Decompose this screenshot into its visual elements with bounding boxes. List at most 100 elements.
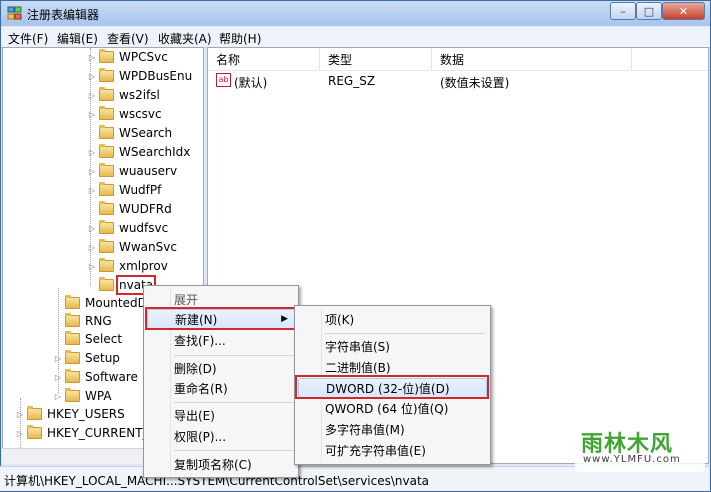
tree-item-label: wudfsvc bbox=[119, 221, 169, 235]
expand-arrow-icon[interactable]: ▷ bbox=[54, 354, 62, 363]
tree-item-label: wscsvc bbox=[119, 107, 162, 121]
submenu-item-multi-string-value[interactable]: 多字符串值(M) bbox=[298, 419, 487, 439]
folder-icon bbox=[27, 406, 42, 420]
submenu-item-string-value[interactable]: 字符串值(S) bbox=[298, 336, 487, 356]
tree-item[interactable]: ▷ WPA bbox=[54, 387, 112, 405]
tree-item[interactable]: ▷ Software bbox=[54, 368, 138, 386]
folder-icon bbox=[99, 106, 114, 120]
tree-item-label: ws2ifsl bbox=[119, 88, 160, 102]
tree-item[interactable]: ▷ HKEY_USERS bbox=[16, 405, 125, 423]
expand-arrow-icon[interactable]: ▷ bbox=[88, 148, 96, 157]
folder-icon bbox=[99, 201, 114, 215]
tree-item[interactable]: ▷ wudfsvc bbox=[88, 219, 168, 237]
menu-edit[interactable]: 编辑(E) bbox=[57, 30, 98, 47]
tree-item[interactable]: ▷ wscsvc bbox=[88, 105, 162, 123]
tree-item[interactable]: WSearch bbox=[88, 124, 172, 142]
expand-arrow-icon[interactable]: ▷ bbox=[16, 429, 24, 438]
tree-item-label: HKEY_USERS bbox=[47, 407, 125, 421]
tree-item[interactable]: MountedD bbox=[54, 294, 147, 312]
folder-icon bbox=[99, 277, 114, 291]
tree-item[interactable]: ▷ WPDBusEnu bbox=[88, 67, 192, 85]
tree-item[interactable]: Select bbox=[54, 330, 122, 348]
menu-favorites[interactable]: 收藏夹(A) bbox=[158, 30, 212, 47]
tree-item[interactable]: ▷ wuauserv bbox=[88, 162, 177, 180]
tree-item[interactable]: ▷ xmlprov bbox=[88, 257, 168, 275]
tree-item-label: wuauserv bbox=[119, 164, 178, 178]
folder-icon bbox=[99, 163, 114, 177]
submenu-item-qword-value[interactable]: QWORD (64 位)值(Q) bbox=[298, 398, 487, 418]
menu-view[interactable]: 查看(V) bbox=[107, 30, 149, 47]
folder-icon bbox=[99, 144, 114, 158]
tree-item[interactable]: ▷ WwanSvc bbox=[88, 238, 177, 256]
menu-item-delete[interactable]: 删除(D) bbox=[147, 358, 295, 378]
menu-file[interactable]: 文件(F) bbox=[8, 30, 48, 47]
tree-item[interactable]: ▷ WPCSvc bbox=[88, 48, 168, 66]
close-button[interactable]: ✕ bbox=[662, 2, 705, 20]
folder-icon bbox=[99, 258, 114, 272]
folder-icon bbox=[65, 331, 80, 345]
maximize-button[interactable]: □ bbox=[636, 2, 662, 20]
menu-item-permissions[interactable]: 权限(P)... bbox=[147, 426, 295, 446]
folder-icon bbox=[65, 313, 80, 327]
tree-item[interactable]: ▷ Setup bbox=[54, 349, 120, 367]
tree-item[interactable]: ▷ HKEY_CURRENT_ bbox=[16, 424, 149, 442]
title-bar[interactable]: 注册表编辑器 – □ ✕ bbox=[1, 1, 710, 26]
menu-item-export[interactable]: 导出(E) bbox=[147, 405, 295, 425]
folder-icon bbox=[65, 350, 80, 364]
folder-icon bbox=[99, 182, 114, 196]
submenu-item-binary-value[interactable]: 二进制值(B) bbox=[298, 357, 487, 377]
value-name-cell[interactable]: (默认) bbox=[234, 74, 267, 91]
expand-arrow-icon[interactable]: ▷ bbox=[88, 243, 96, 252]
tree-item[interactable]: RNG bbox=[54, 312, 112, 330]
tree-item-label: WPA bbox=[85, 389, 112, 403]
menu-item-rename[interactable]: 重命名(R) bbox=[147, 378, 295, 398]
expand-arrow-icon[interactable]: ▷ bbox=[88, 91, 96, 100]
tree-item-label: WudfPf bbox=[119, 183, 162, 197]
window-controls: – □ ✕ bbox=[610, 2, 705, 20]
menu-help[interactable]: 帮助(H) bbox=[219, 30, 261, 47]
tree-item[interactable]: WUDFRd bbox=[88, 200, 172, 218]
folder-icon bbox=[99, 87, 114, 101]
expand-arrow-icon[interactable]: ▷ bbox=[88, 167, 96, 176]
tree-item-label: RNG bbox=[85, 314, 112, 328]
expand-arrow-icon[interactable]: ▷ bbox=[88, 110, 96, 119]
menu-bar: 文件(F) 编辑(E) 查看(V) 收藏夹(A) 帮助(H) bbox=[1, 27, 710, 48]
tree-item-label: Setup bbox=[85, 351, 120, 365]
value-type-cell[interactable]: REG_SZ bbox=[328, 74, 375, 88]
expand-arrow-icon[interactable]: ▷ bbox=[88, 53, 96, 62]
folder-icon bbox=[65, 388, 80, 402]
menu-item-find[interactable]: 查找(F)... bbox=[147, 330, 295, 350]
expand-arrow-icon[interactable]: ▷ bbox=[88, 186, 96, 195]
expand-arrow-icon[interactable]: ▷ bbox=[16, 410, 24, 419]
string-value-icon: ab bbox=[216, 73, 231, 87]
tree-item-label: xmlprov bbox=[119, 259, 168, 273]
column-header-name[interactable]: 名称 bbox=[208, 48, 320, 70]
expand-arrow-icon[interactable]: ▷ bbox=[54, 373, 62, 382]
folder-icon bbox=[27, 425, 42, 439]
column-header-data[interactable]: 数据 bbox=[432, 48, 632, 70]
submenu-item-key[interactable]: 项(K) bbox=[298, 309, 487, 329]
tree-item-label: WwanSvc bbox=[119, 240, 177, 254]
tree-item-label: WPCSvc bbox=[119, 50, 168, 64]
minimize-button[interactable]: – bbox=[610, 2, 636, 20]
tree-item-label: MountedD bbox=[85, 296, 147, 310]
value-data-cell[interactable]: (数值未设置) bbox=[440, 74, 509, 91]
expand-arrow-icon[interactable]: ▷ bbox=[88, 72, 96, 81]
column-header-type[interactable]: 类型 bbox=[320, 48, 432, 70]
tree-item-label: HKEY_CURRENT_ bbox=[47, 426, 149, 440]
expand-arrow-icon[interactable]: ▷ bbox=[54, 392, 62, 401]
folder-icon bbox=[99, 220, 114, 234]
submenu-item-expandable-string-value[interactable]: 可扩充字符串值(E) bbox=[298, 440, 487, 460]
tree-item[interactable]: ▷ WSearchIdx bbox=[88, 143, 190, 161]
tree-item-label: WSearch bbox=[119, 126, 173, 140]
expand-arrow-icon[interactable]: ▷ bbox=[88, 262, 96, 271]
expand-arrow-icon[interactable]: ▷ bbox=[88, 224, 96, 233]
menu-item-copy-key-name[interactable]: 复制项名称(C) bbox=[147, 454, 295, 474]
tree-item-label: WPDBusEnu bbox=[119, 69, 193, 83]
tree-item[interactable]: ▷ WudfPf bbox=[88, 181, 161, 199]
highlight-box bbox=[145, 307, 296, 330]
menu-item-expand[interactable]: 展开 bbox=[147, 289, 295, 309]
tree-item[interactable]: ▷ ws2ifsl bbox=[88, 86, 160, 104]
watermark-logo: 雨林木风 www.YLMFU.com bbox=[575, 424, 705, 472]
tree-item-label: Select bbox=[85, 332, 123, 346]
